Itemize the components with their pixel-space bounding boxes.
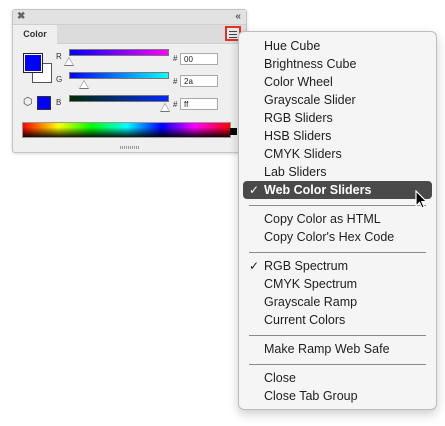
black-swatch[interactable] — [230, 128, 237, 135]
channel-label-g: G — [56, 75, 63, 84]
menu-item-label: CMYK Spectrum — [264, 277, 358, 291]
menu-item-close[interactable]: Close — [239, 369, 436, 387]
blue-hex-input[interactable]: ff — [180, 98, 218, 110]
menu-separator — [249, 335, 426, 336]
menu-item-label: Close Tab Group — [264, 389, 358, 403]
blue-slider-track[interactable] — [69, 95, 169, 102]
menu-item-label: Grayscale Slider — [264, 93, 356, 107]
menu-item-label: Lab Sliders — [264, 165, 327, 179]
web-safe-color-swatch[interactable] — [37, 96, 51, 110]
red-slider-thumb[interactable] — [64, 57, 74, 66]
menu-item-copy-color-as-html[interactable]: Copy Color as HTML — [239, 210, 436, 228]
menu-item-label: Close — [264, 371, 296, 385]
menu-item-grayscale-slider[interactable]: Grayscale Slider — [239, 91, 436, 109]
menu-item-rgb-sliders[interactable]: RGB Sliders — [239, 109, 436, 127]
menu-item-close-tab-group[interactable]: Close Tab Group — [239, 387, 436, 405]
menu-item-label: Color Wheel — [264, 75, 333, 89]
menu-item-label: Make Ramp Web Safe — [264, 342, 390, 356]
hash-symbol: # — [173, 100, 178, 109]
menu-item-hsb-sliders[interactable]: HSB Sliders — [239, 127, 436, 145]
menu-separator — [249, 364, 426, 365]
hamburger-icon-line — [229, 37, 237, 38]
menu-item-hue-cube[interactable]: Hue Cube — [239, 37, 436, 55]
green-slider-thumb[interactable] — [79, 80, 89, 89]
tab-color[interactable]: Color — [13, 25, 58, 43]
out-of-gamut-cube-icon[interactable]: ⬡ — [23, 97, 34, 108]
checkmark-icon: ✓ — [249, 259, 260, 273]
menu-item-color-wheel[interactable]: Color Wheel — [239, 73, 436, 91]
channel-label-b: B — [56, 98, 62, 107]
collapse-panel-icon[interactable]: ‹‹ — [235, 10, 241, 24]
hamburger-icon-line — [229, 34, 237, 35]
menu-item-label: Grayscale Ramp — [264, 295, 358, 309]
mouse-pointer-icon — [415, 190, 428, 209]
menu-item-label: CMYK Sliders — [264, 147, 342, 161]
hash-symbol: # — [173, 77, 178, 86]
red-hex-input[interactable]: 00 — [180, 53, 218, 65]
color-spectrum-bar[interactable] — [22, 122, 231, 138]
hash-symbol: # — [173, 54, 178, 63]
menu-item-label: Web Color Sliders — [264, 183, 372, 197]
channel-label-r: R — [56, 52, 62, 61]
menu-item-web-color-sliders[interactable]: ✓ Web Color Sliders — [243, 181, 432, 199]
green-slider-track[interactable] — [69, 72, 169, 79]
menu-separator — [249, 205, 426, 206]
menu-item-brightness-cube[interactable]: Brightness Cube — [239, 55, 436, 73]
close-panel-icon[interactable]: ✖ — [17, 10, 25, 24]
menu-item-cmyk-spectrum[interactable]: CMYK Spectrum — [239, 275, 436, 293]
menu-item-label: Brightness Cube — [264, 57, 357, 71]
menu-item-grayscale-ramp[interactable]: Grayscale Ramp — [239, 293, 436, 311]
tab-strip — [57, 25, 246, 44]
checkmark-icon: ✓ — [249, 183, 260, 197]
menu-item-label: RGB Sliders — [264, 111, 333, 125]
menu-item-label: Hue Cube — [264, 39, 321, 53]
foreground-color-swatch[interactable] — [23, 53, 43, 73]
color-panel: ✖ ‹‹ Color ⬡ R # 00 G # 2a B # ff — [12, 9, 247, 153]
menu-item-current-colors[interactable]: Current Colors — [239, 311, 436, 329]
panel-flyout-menu: Hue Cube Brightness Cube Color Wheel Graysc… — [238, 31, 437, 410]
hamburger-icon-line — [229, 31, 237, 32]
menu-separator — [249, 252, 426, 253]
menu-item-label: Current Colors — [264, 313, 346, 327]
menu-item-rgb-spectrum[interactable]: ✓ RGB Spectrum — [239, 257, 436, 275]
menu-item-make-ramp-web-safe[interactable]: Make Ramp Web Safe — [239, 340, 436, 358]
resize-grip[interactable] — [120, 146, 140, 149]
green-hex-input[interactable]: 2a — [180, 75, 218, 87]
menu-item-lab-sliders[interactable]: Lab Sliders — [239, 163, 436, 181]
menu-item-label: Copy Color's Hex Code — [264, 230, 395, 244]
menu-item-label: HSB Sliders — [264, 129, 332, 143]
menu-item-cmyk-sliders[interactable]: CMYK Sliders — [239, 145, 436, 163]
menu-item-label: Copy Color as HTML — [264, 212, 381, 226]
menu-item-label: RGB Spectrum — [264, 259, 349, 273]
blue-slider-thumb[interactable] — [160, 103, 170, 112]
panel-title-bar[interactable]: ✖ ‹‹ — [13, 10, 246, 25]
red-slider-track[interactable] — [69, 49, 169, 56]
menu-item-copy-color-s-hex-code[interactable]: Copy Color's Hex Code — [239, 228, 436, 246]
